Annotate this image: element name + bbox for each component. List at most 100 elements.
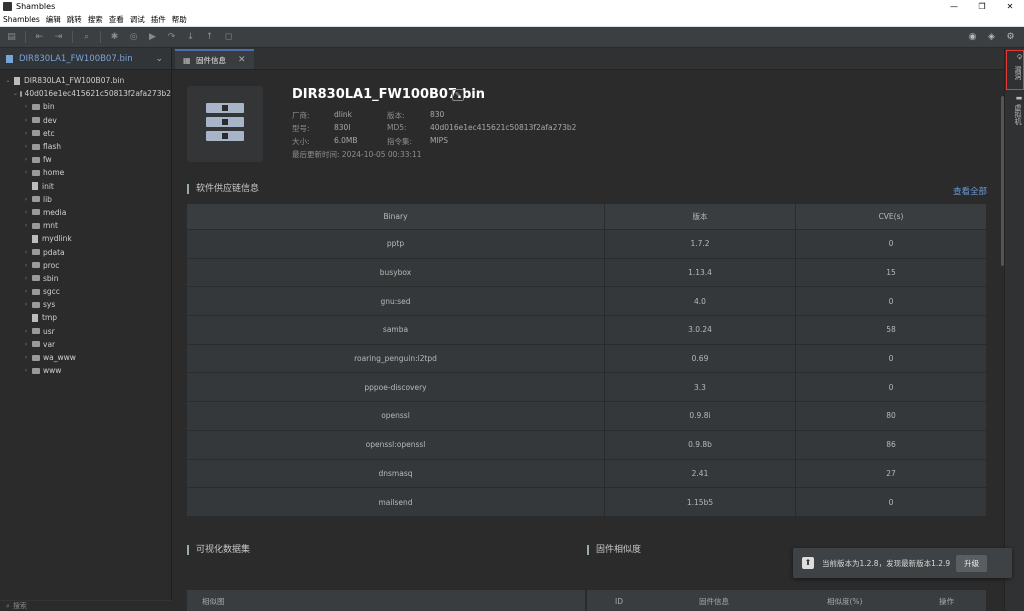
tree-item[interactable]: › dev	[0, 114, 171, 127]
edit-icon[interactable]: ✎	[452, 89, 464, 101]
tree-item[interactable]: › wa_www	[0, 351, 171, 364]
chevron-right-icon[interactable]: ›	[22, 288, 30, 295]
tree-item[interactable]: › mnt	[0, 219, 171, 232]
tree-item[interactable]: › lib	[0, 193, 171, 206]
forward-icon[interactable]: ⇥	[53, 32, 64, 43]
table-row[interactable]: openssl:openssl 0.9.8b 86	[187, 430, 986, 460]
table-row[interactable]: mailsend 1.15b5 0	[187, 488, 986, 517]
chevron-right-icon[interactable]: ›	[22, 143, 30, 150]
step-into-icon[interactable]: ↓	[185, 32, 196, 43]
menu-edit[interactable]: 编辑	[46, 14, 61, 25]
table-row[interactable]: samba 3.0.24 58	[187, 316, 986, 345]
stop-icon[interactable]: ◻	[223, 32, 234, 43]
tree-item[interactable]: › fw	[0, 153, 171, 166]
close-tab-icon[interactable]: ✕	[238, 55, 246, 65]
gear-icon[interactable]: ⚙	[1005, 32, 1016, 43]
sidebar-search[interactable]: ⌕ 搜索	[0, 600, 172, 611]
back-icon[interactable]: ⇤	[34, 32, 45, 43]
chevron-right-icon[interactable]: ›	[22, 341, 30, 348]
vm-icon[interactable]: ▬	[1007, 94, 1023, 102]
toolbar-separator	[100, 31, 101, 43]
chevron-right-icon[interactable]: ›	[22, 275, 30, 282]
debug-icon[interactable]: ✱	[109, 32, 120, 43]
close-icon[interactable]: ✕	[996, 0, 1024, 13]
menu-goto[interactable]: 跳转	[67, 14, 82, 25]
rail-vm-label[interactable]: 虚拟机	[1007, 104, 1023, 125]
tree-item[interactable]: ⌄ DIR830LA1_FW100B07.bin	[0, 74, 171, 87]
cell-binary: openssl:openssl	[187, 430, 605, 459]
tree-item[interactable]: mydlink	[0, 232, 171, 245]
tree-item[interactable]: › home	[0, 166, 171, 179]
tree-item[interactable]: › sgcc	[0, 285, 171, 298]
chevron-right-icon[interactable]: ›	[22, 117, 30, 124]
chevron-right-icon[interactable]: ›	[22, 328, 30, 335]
tab-firmware-info[interactable]: ▦ 固件信息 ✕	[175, 49, 254, 69]
table-row[interactable]: pppoe-discovery 3.3 0	[187, 373, 986, 403]
chevron-right-icon[interactable]: ›	[22, 156, 30, 163]
table-row[interactable]: openssl 0.9.8i 80	[187, 402, 986, 431]
table-row[interactable]: dnsmasq 2.41 27	[187, 459, 986, 489]
upgrade-button[interactable]: 升级	[956, 554, 988, 572]
tree-item[interactable]: › pdata	[0, 245, 171, 258]
chevron-down-icon[interactable]: ⌄	[13, 90, 18, 97]
tree-item[interactable]: › www	[0, 364, 171, 377]
tree-item[interactable]: › usr	[0, 325, 171, 338]
tree-item[interactable]: › flash	[0, 140, 171, 153]
table-row[interactable]: gnu:sed 4.0 0	[187, 287, 986, 317]
menu-search[interactable]: 搜索	[88, 14, 103, 25]
menu-help[interactable]: 帮助	[172, 14, 187, 25]
layers-icon[interactable]: ◈	[986, 32, 997, 43]
tree-item[interactable]: › var	[0, 338, 171, 351]
chevron-down-icon[interactable]: ⌄	[4, 77, 12, 84]
tree-item[interactable]: › proc	[0, 259, 171, 272]
sidebar-header[interactable]: DIR830LA1_FW100B07.bin ⌄	[0, 48, 171, 70]
folder-icon	[20, 90, 22, 97]
save-icon[interactable]: ▤	[6, 32, 17, 43]
update-icon: ⬆	[802, 557, 814, 569]
tree-item[interactable]: init	[0, 180, 171, 193]
step-out-icon[interactable]: ↑	[204, 32, 215, 43]
chevron-right-icon[interactable]: ›	[22, 354, 30, 361]
chevron-right-icon[interactable]: ›	[22, 301, 30, 308]
tree-item[interactable]: › media	[0, 206, 171, 219]
chevron-right-icon[interactable]: ›	[22, 130, 30, 137]
maximize-icon[interactable]: ❐	[968, 0, 996, 13]
table-row[interactable]: busybox 1.13.4 15	[187, 258, 986, 288]
header-cves[interactable]: CVE(s)	[796, 204, 986, 229]
chevron-right-icon[interactable]: ›	[22, 196, 30, 203]
chevron-right-icon[interactable]: ›	[22, 222, 30, 229]
vuln-icon[interactable]: ⟳	[1007, 54, 1023, 60]
header-binary[interactable]: Binary	[187, 204, 605, 229]
user-icon[interactable]: ◉	[967, 32, 978, 43]
chevron-right-icon[interactable]: ›	[22, 209, 30, 216]
tree-item[interactable]: › sys	[0, 298, 171, 311]
table-row[interactable]: pptp 1.7.2 0	[187, 230, 986, 259]
menu-debug[interactable]: 调试	[130, 14, 145, 25]
run-icon[interactable]: ▶	[147, 32, 158, 43]
minimize-icon[interactable]: —	[940, 0, 968, 13]
chevron-right-icon[interactable]: ›	[22, 262, 30, 269]
breakpoint-icon[interactable]: ◎	[128, 32, 139, 43]
chevron-down-icon[interactable]: ⌄	[155, 54, 163, 64]
tree-item[interactable]: tmp	[0, 311, 171, 324]
menu-view[interactable]: 查看	[109, 14, 124, 25]
folder-icon	[32, 262, 40, 269]
search-icon[interactable]: ⌕	[81, 32, 92, 43]
tree-item[interactable]: ⌄ 40d016e1ec415621c50813f2afa273b2	[0, 87, 171, 100]
tree-item[interactable]: › etc	[0, 127, 171, 140]
rail-vuln-label[interactable]: 漏洞	[1007, 66, 1023, 80]
header-version[interactable]: 版本	[605, 204, 796, 229]
menu-app[interactable]: Shambles	[3, 15, 40, 24]
chevron-right-icon[interactable]: ›	[22, 367, 30, 374]
menu-plugins[interactable]: 插件	[151, 14, 166, 25]
step-over-icon[interactable]: ↷	[166, 32, 177, 43]
tree-item[interactable]: › sbin	[0, 272, 171, 285]
tree-item[interactable]: › bin	[0, 100, 171, 113]
md5-label: MD5:	[387, 123, 407, 132]
view-all-link[interactable]: 查看全部	[953, 185, 987, 197]
table-row[interactable]: roaring_penguin:l2tpd 0.69 0	[187, 344, 986, 374]
chevron-right-icon[interactable]: ›	[22, 249, 30, 256]
tree-item-label: sgcc	[43, 287, 60, 297]
chevron-right-icon[interactable]: ›	[22, 103, 30, 110]
chevron-right-icon[interactable]: ›	[22, 169, 30, 176]
